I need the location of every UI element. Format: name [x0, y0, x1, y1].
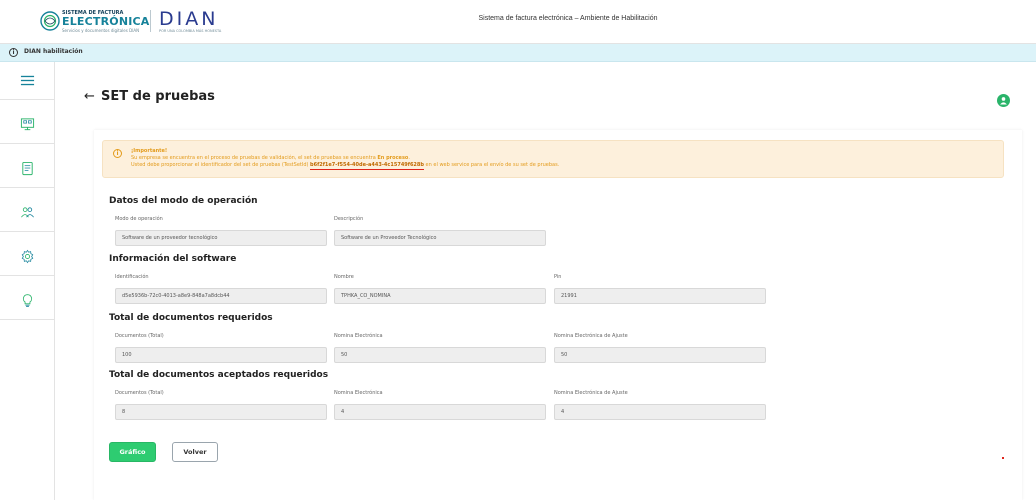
top-header: SISTEMA DE FACTURA ELECTRÓNICA Servicios… — [0, 0, 1036, 44]
accepted-total-label: Documentos (Total) — [115, 390, 164, 396]
mode-field[interactable]: Software de un proveedor tecnológico — [115, 230, 327, 246]
users-icon — [21, 207, 34, 218]
description-field[interactable]: Software de un Proveedor Tecnológico — [334, 230, 546, 246]
alert-testsetid-line: Usted debe proporcionar el identificador… — [131, 162, 560, 170]
sidebar — [0, 62, 55, 500]
sidebar-item-users[interactable] — [0, 194, 55, 232]
accepted-ajuste-field[interactable]: 4 — [554, 404, 766, 420]
sidebar-item-ideas[interactable] — [0, 282, 55, 320]
back-arrow-icon[interactable]: ← — [84, 89, 95, 104]
lightbulb-icon — [22, 294, 33, 308]
gear-icon — [21, 249, 34, 264]
pin-field[interactable]: 21991 — [554, 288, 766, 304]
software-name-label: Nombre — [334, 274, 354, 280]
warning-info-icon: i — [113, 149, 122, 158]
info-icon: i — [9, 48, 18, 57]
required-heading: Total de documentos requeridos — [109, 313, 273, 323]
sidebar-item-menu[interactable] — [0, 62, 55, 100]
back-button[interactable]: Volver — [172, 442, 218, 462]
alert-status-line: Su empresa se encuentra en el proceso de… — [131, 155, 410, 161]
accepted-nomina-field[interactable]: 4 — [334, 404, 546, 420]
alert-text: Su empresa se encuentra en el proceso de… — [131, 155, 378, 161]
accepted-ajuste-label: Nomina Electrónica de Ajuste — [554, 390, 628, 396]
required-ajuste-field[interactable]: 50 — [554, 347, 766, 363]
important-alert: i ¡Importante! Su empresa se encuentra e… — [102, 140, 1004, 178]
logo-line3: Servicios y documentos digitales DIAN — [62, 28, 140, 33]
software-heading: Información del software — [109, 254, 237, 264]
required-ajuste-label: Nomina Electrónica de Ajuste — [554, 333, 628, 339]
operation-heading: Datos del modo de operación — [109, 196, 258, 206]
monitor-icon — [20, 118, 35, 131]
menu-icon — [20, 75, 35, 86]
mode-label: Modo de operación — [115, 216, 163, 222]
test-set-id[interactable]: b6f2f1e7-f554-40de-a443-4c15749f628b — [310, 162, 424, 170]
main-content: ← SET de pruebas i ¡Importante! Su empre… — [56, 62, 1036, 500]
system-title: Sistema de factura electrónica – Ambient… — [478, 15, 658, 22]
sidebar-item-settings[interactable] — [0, 238, 55, 276]
software-id-label: Identificación — [115, 274, 149, 280]
alert-status: En proceso — [377, 155, 409, 161]
chart-button[interactable]: Gráfico — [109, 442, 156, 462]
description-label: Descripción — [334, 216, 364, 222]
user-avatar[interactable] — [997, 94, 1010, 107]
accepted-nomina-label: Nomina Electrónica — [334, 390, 383, 396]
required-total-label: Documentos (Total) — [115, 333, 164, 339]
sidebar-item-monitor[interactable] — [0, 106, 55, 144]
set-pruebas-card: i ¡Importante! Su empresa se encuentra e… — [94, 130, 1022, 500]
environment-bar: i DIAN habilitación — [0, 44, 1036, 62]
pin-label: Pin — [554, 274, 562, 280]
page-title: SET de pruebas — [101, 89, 215, 104]
software-id-field[interactable]: d5e5936b-72c0-4013-a8e9-848a7a8dcb44 — [115, 288, 327, 304]
dian-tagline: POR UNA COLOMBIA MÁS HONESTA — [159, 29, 222, 33]
alert-text: Usted debe proporcionar el identificador… — [131, 162, 311, 168]
accepted-heading: Total de documentos aceptados requeridos — [109, 370, 329, 380]
sidebar-item-document[interactable] — [0, 150, 55, 188]
indicator-dot — [1002, 457, 1004, 459]
alert-text: en el web service para el envío de su se… — [423, 162, 560, 168]
required-nomina-field[interactable]: 50 — [334, 347, 546, 363]
software-name-field[interactable]: TPHKA_CO_NOMINA — [334, 288, 546, 304]
environment-label: DIAN habilitación — [24, 48, 83, 55]
required-nomina-label: Nomina Electrónica — [334, 333, 383, 339]
alert-punct: . — [408, 155, 410, 161]
factura-electronica-logo: SISTEMA DE FACTURA ELECTRÓNICA Servicios… — [40, 9, 149, 35]
document-icon — [22, 161, 33, 176]
required-total-field[interactable]: 100 — [115, 347, 327, 363]
alert-title: ¡Importante! — [131, 148, 168, 154]
user-icon — [1000, 97, 1007, 105]
accepted-total-field[interactable]: 8 — [115, 404, 327, 420]
